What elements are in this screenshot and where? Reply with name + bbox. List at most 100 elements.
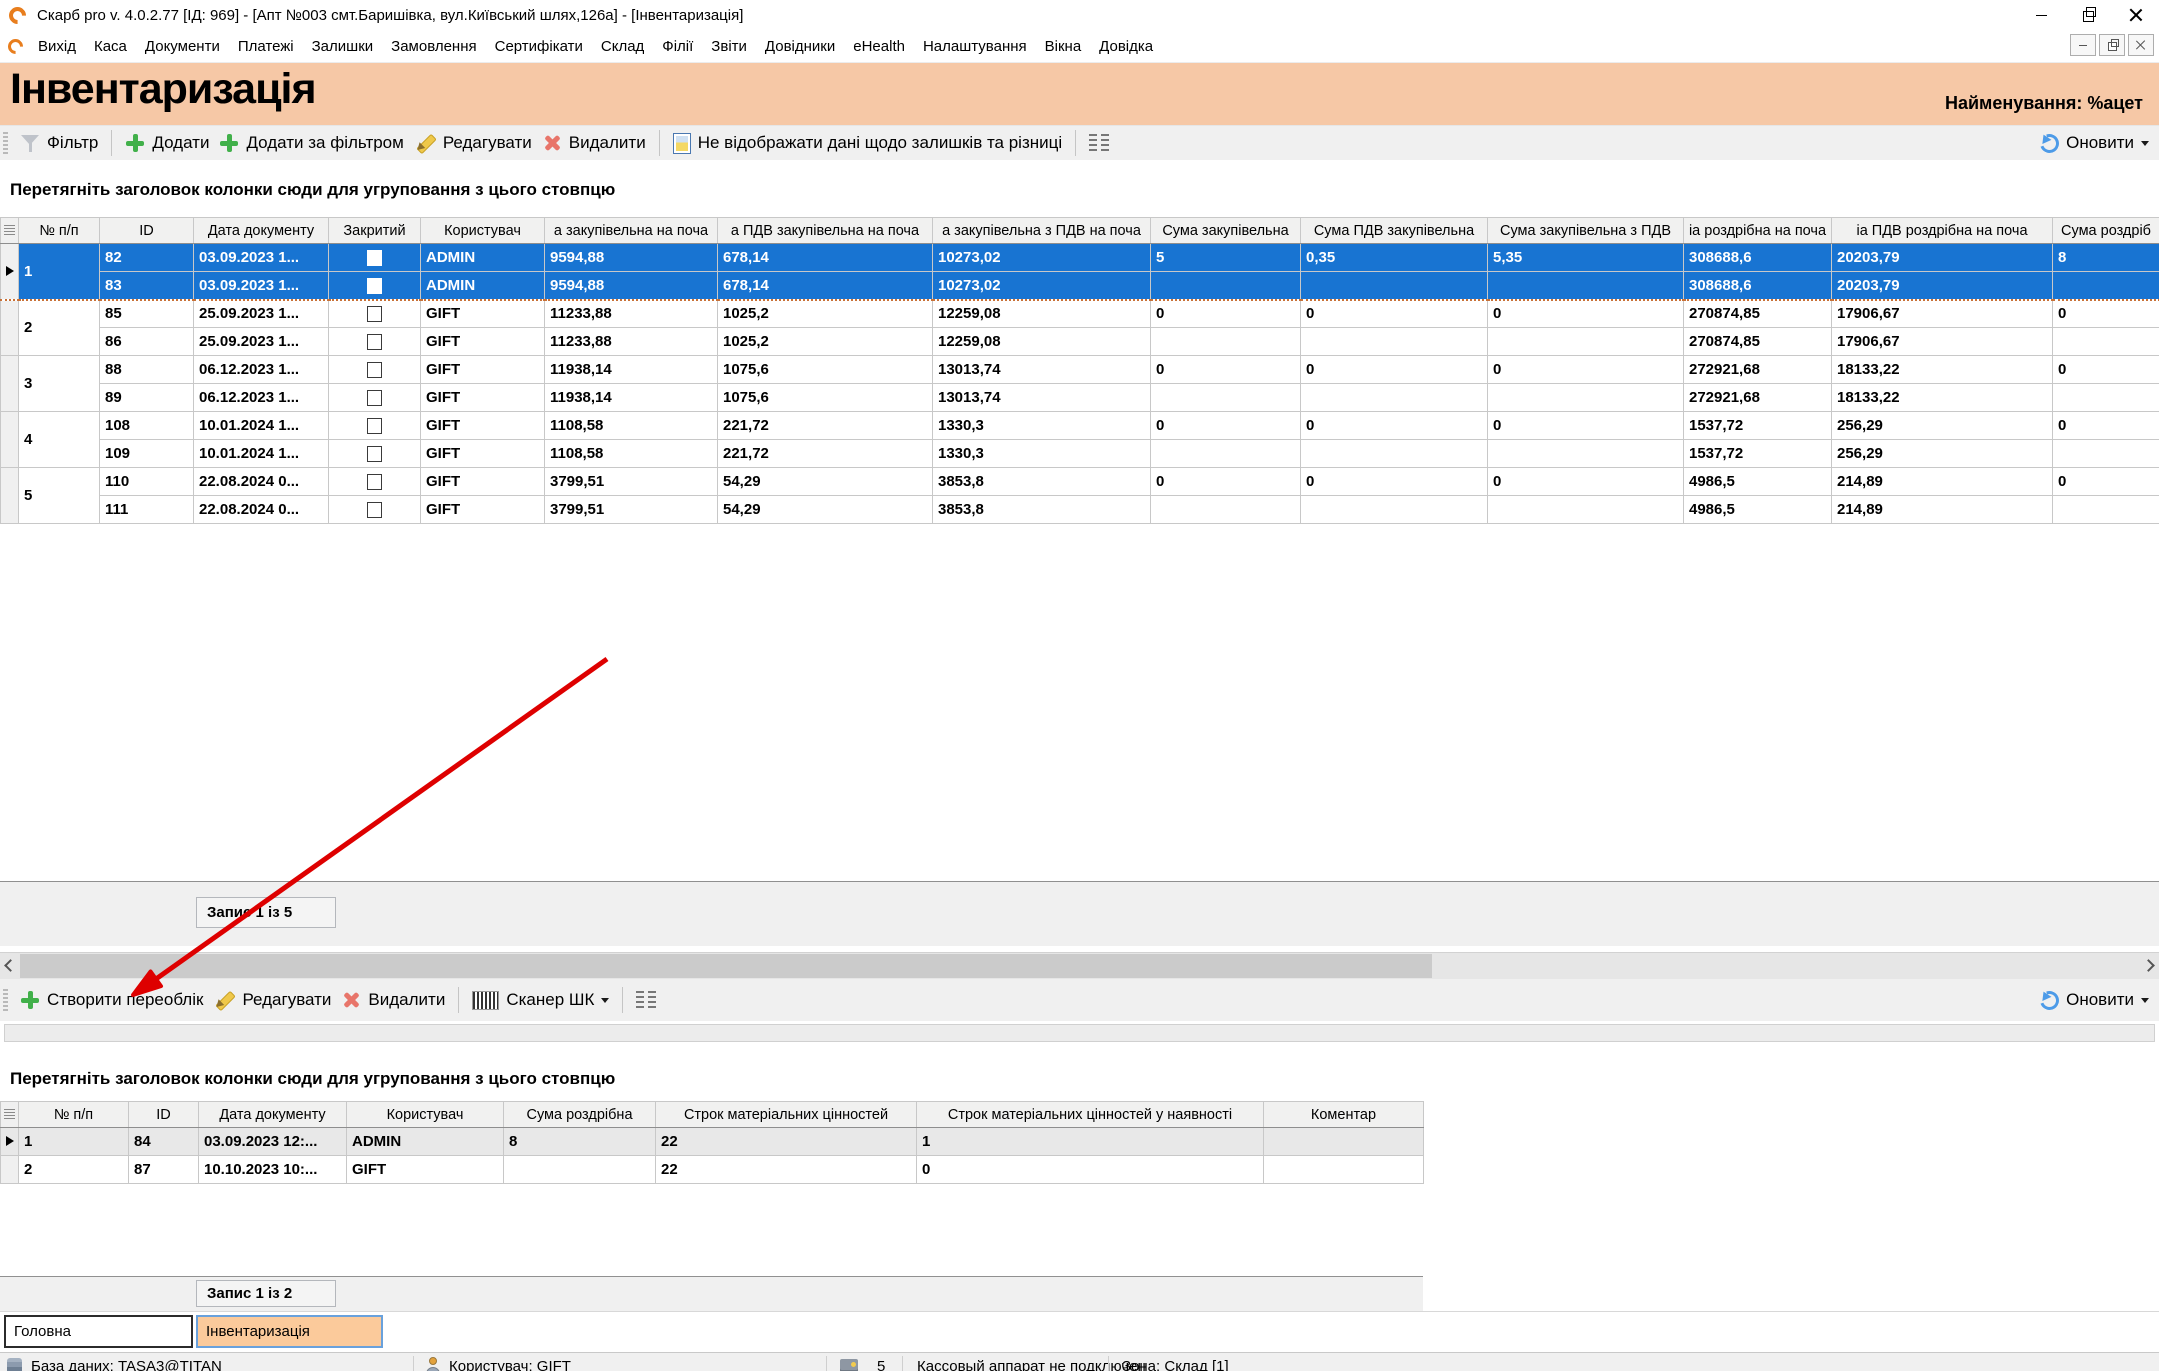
menu-item-Вихід[interactable]: Вихід — [29, 38, 85, 55]
cell[interactable]: 272921,68 — [1684, 384, 1832, 412]
cell[interactable]: 0 — [1488, 300, 1684, 328]
column-header[interactable]: Строк матеріальних цінностей — [656, 1102, 917, 1128]
cell[interactable]: 12259,08 — [933, 300, 1151, 328]
cell[interactable] — [2053, 440, 2159, 468]
cell[interactable]: 3853,8 — [933, 496, 1151, 524]
cell[interactable]: 256,29 — [1832, 412, 2053, 440]
cell[interactable]: 1075,6 — [718, 356, 933, 384]
scrollbar-thumb[interactable] — [20, 954, 1432, 978]
cell[interactable] — [1488, 440, 1684, 468]
cell[interactable]: 0 — [2053, 468, 2159, 496]
cell[interactable]: 1330,3 — [933, 412, 1151, 440]
cell[interactable]: 1 — [19, 1128, 129, 1156]
cell[interactable] — [329, 384, 421, 412]
table-row[interactable]: 11122.08.2024 0...GIFT3799,5154,293853,8… — [1, 496, 2159, 524]
cell[interactable]: 03.09.2023 1... — [194, 272, 329, 300]
table-row[interactable]: 8906.12.2023 1...GIFT11938,141075,613013… — [1, 384, 2159, 412]
delete-recount-button[interactable]: Видалити — [341, 990, 445, 1010]
cell[interactable] — [1151, 272, 1301, 300]
cell[interactable]: 25.09.2023 1... — [194, 328, 329, 356]
column-header[interactable]: Дата документу — [199, 1102, 347, 1128]
column-header[interactable]: Користувач — [421, 218, 545, 244]
cell[interactable]: 1075,6 — [718, 384, 933, 412]
cell[interactable]: 2 — [19, 1156, 129, 1184]
menu-item-Склад[interactable]: Склад — [592, 38, 653, 55]
cell[interactable] — [1488, 328, 1684, 356]
cell[interactable]: 10.10.2023 10:... — [199, 1156, 347, 1184]
cell[interactable]: 3799,51 — [545, 468, 718, 496]
cell[interactable]: 1 — [917, 1128, 1264, 1156]
cell[interactable]: 0 — [1488, 412, 1684, 440]
cell[interactable]: 03.09.2023 12:... — [199, 1128, 347, 1156]
closed-checkbox[interactable] — [367, 474, 382, 490]
group-number-cell[interactable]: 3 — [19, 356, 100, 412]
cell[interactable]: 109 — [100, 440, 194, 468]
cell[interactable]: 1108,58 — [545, 412, 718, 440]
cell[interactable]: 10.01.2024 1... — [194, 440, 329, 468]
cell[interactable]: 18133,22 — [1832, 384, 2053, 412]
refresh-button[interactable]: Оновити — [2040, 126, 2149, 160]
cell[interactable]: 03.09.2023 1... — [194, 244, 329, 272]
cell[interactable]: 308688,6 — [1684, 244, 1832, 272]
cell[interactable] — [1264, 1128, 1424, 1156]
group-number-cell[interactable]: 2 — [19, 300, 100, 356]
closed-checkbox[interactable] — [367, 250, 382, 266]
cell[interactable]: 9594,88 — [545, 244, 718, 272]
create-recount-button[interactable]: Створити переоблік — [20, 990, 203, 1010]
cell[interactable]: 88 — [100, 356, 194, 384]
cell[interactable]: 0 — [1301, 356, 1488, 384]
column-chooser-button[interactable] — [1089, 134, 1109, 153]
cell[interactable] — [1301, 384, 1488, 412]
cell[interactable]: 1025,2 — [718, 300, 933, 328]
cell[interactable]: 22 — [656, 1128, 917, 1156]
column-header[interactable]: Сума роздрібна — [504, 1102, 656, 1128]
cell[interactable]: 214,89 — [1832, 468, 2053, 496]
cell[interactable] — [1488, 272, 1684, 300]
column-header[interactable]: Сума закупівельна з ПДВ — [1488, 218, 1684, 244]
cell[interactable]: 11233,88 — [545, 328, 718, 356]
cell[interactable]: 0 — [2053, 356, 2159, 384]
cell[interactable]: 84 — [129, 1128, 199, 1156]
cell[interactable]: 54,29 — [718, 468, 933, 496]
cell[interactable] — [1151, 328, 1301, 356]
column-header[interactable]: Сума закупівельна — [1151, 218, 1301, 244]
cell[interactable] — [329, 356, 421, 384]
cell[interactable]: GIFT — [421, 496, 545, 524]
table-row[interactable]: 38806.12.2023 1...GIFT11938,141075,61301… — [1, 356, 2159, 384]
cell[interactable]: 0 — [1151, 356, 1301, 384]
cell[interactable]: 25.09.2023 1... — [194, 300, 329, 328]
cell[interactable] — [2053, 496, 2159, 524]
mdi-close-button[interactable] — [2128, 34, 2154, 56]
cell[interactable] — [1151, 496, 1301, 524]
cell[interactable]: 256,29 — [1832, 440, 2053, 468]
cell[interactable] — [329, 272, 421, 300]
minimize-button[interactable] — [2018, 0, 2065, 30]
cell[interactable]: 270874,85 — [1684, 300, 1832, 328]
cell[interactable] — [1301, 440, 1488, 468]
column-header[interactable]: ID — [129, 1102, 199, 1128]
menu-item-Налаштування[interactable]: Налаштування — [914, 38, 1036, 55]
cell[interactable]: GIFT — [421, 412, 545, 440]
group-number-cell[interactable]: 4 — [19, 412, 100, 468]
edit-button[interactable]: Редагувати — [414, 132, 532, 154]
cell[interactable]: GIFT — [421, 356, 545, 384]
cell[interactable]: 13013,74 — [933, 356, 1151, 384]
cell[interactable]: 308688,6 — [1684, 272, 1832, 300]
cell[interactable]: 11938,14 — [545, 384, 718, 412]
cell[interactable]: 17906,67 — [1832, 328, 2053, 356]
column-header[interactable]: а закупівельна з ПДВ на поча — [933, 218, 1151, 244]
cell[interactable]: 12259,08 — [933, 328, 1151, 356]
column-header[interactable]: № п/п — [19, 1102, 129, 1128]
menu-item-Документи[interactable]: Документи — [136, 38, 229, 55]
mdi-restore-button[interactable] — [2099, 34, 2125, 56]
hide-balances-button[interactable]: Не відображати дані щодо залишків та різ… — [673, 133, 1062, 154]
column-header[interactable]: Коментар — [1264, 1102, 1424, 1128]
table-row[interactable]: 28525.09.2023 1...GIFT11233,881025,21225… — [1, 300, 2159, 328]
add-button[interactable]: Додати — [125, 133, 209, 153]
cell[interactable]: 3853,8 — [933, 468, 1151, 496]
cell[interactable]: 0 — [1488, 468, 1684, 496]
tab-Головна[interactable]: Головна — [4, 1315, 193, 1348]
menu-item-Каса[interactable]: Каса — [85, 38, 136, 55]
cell[interactable]: 22 — [656, 1156, 917, 1184]
tab-Інвентаризація[interactable]: Інвентаризація — [196, 1315, 383, 1348]
